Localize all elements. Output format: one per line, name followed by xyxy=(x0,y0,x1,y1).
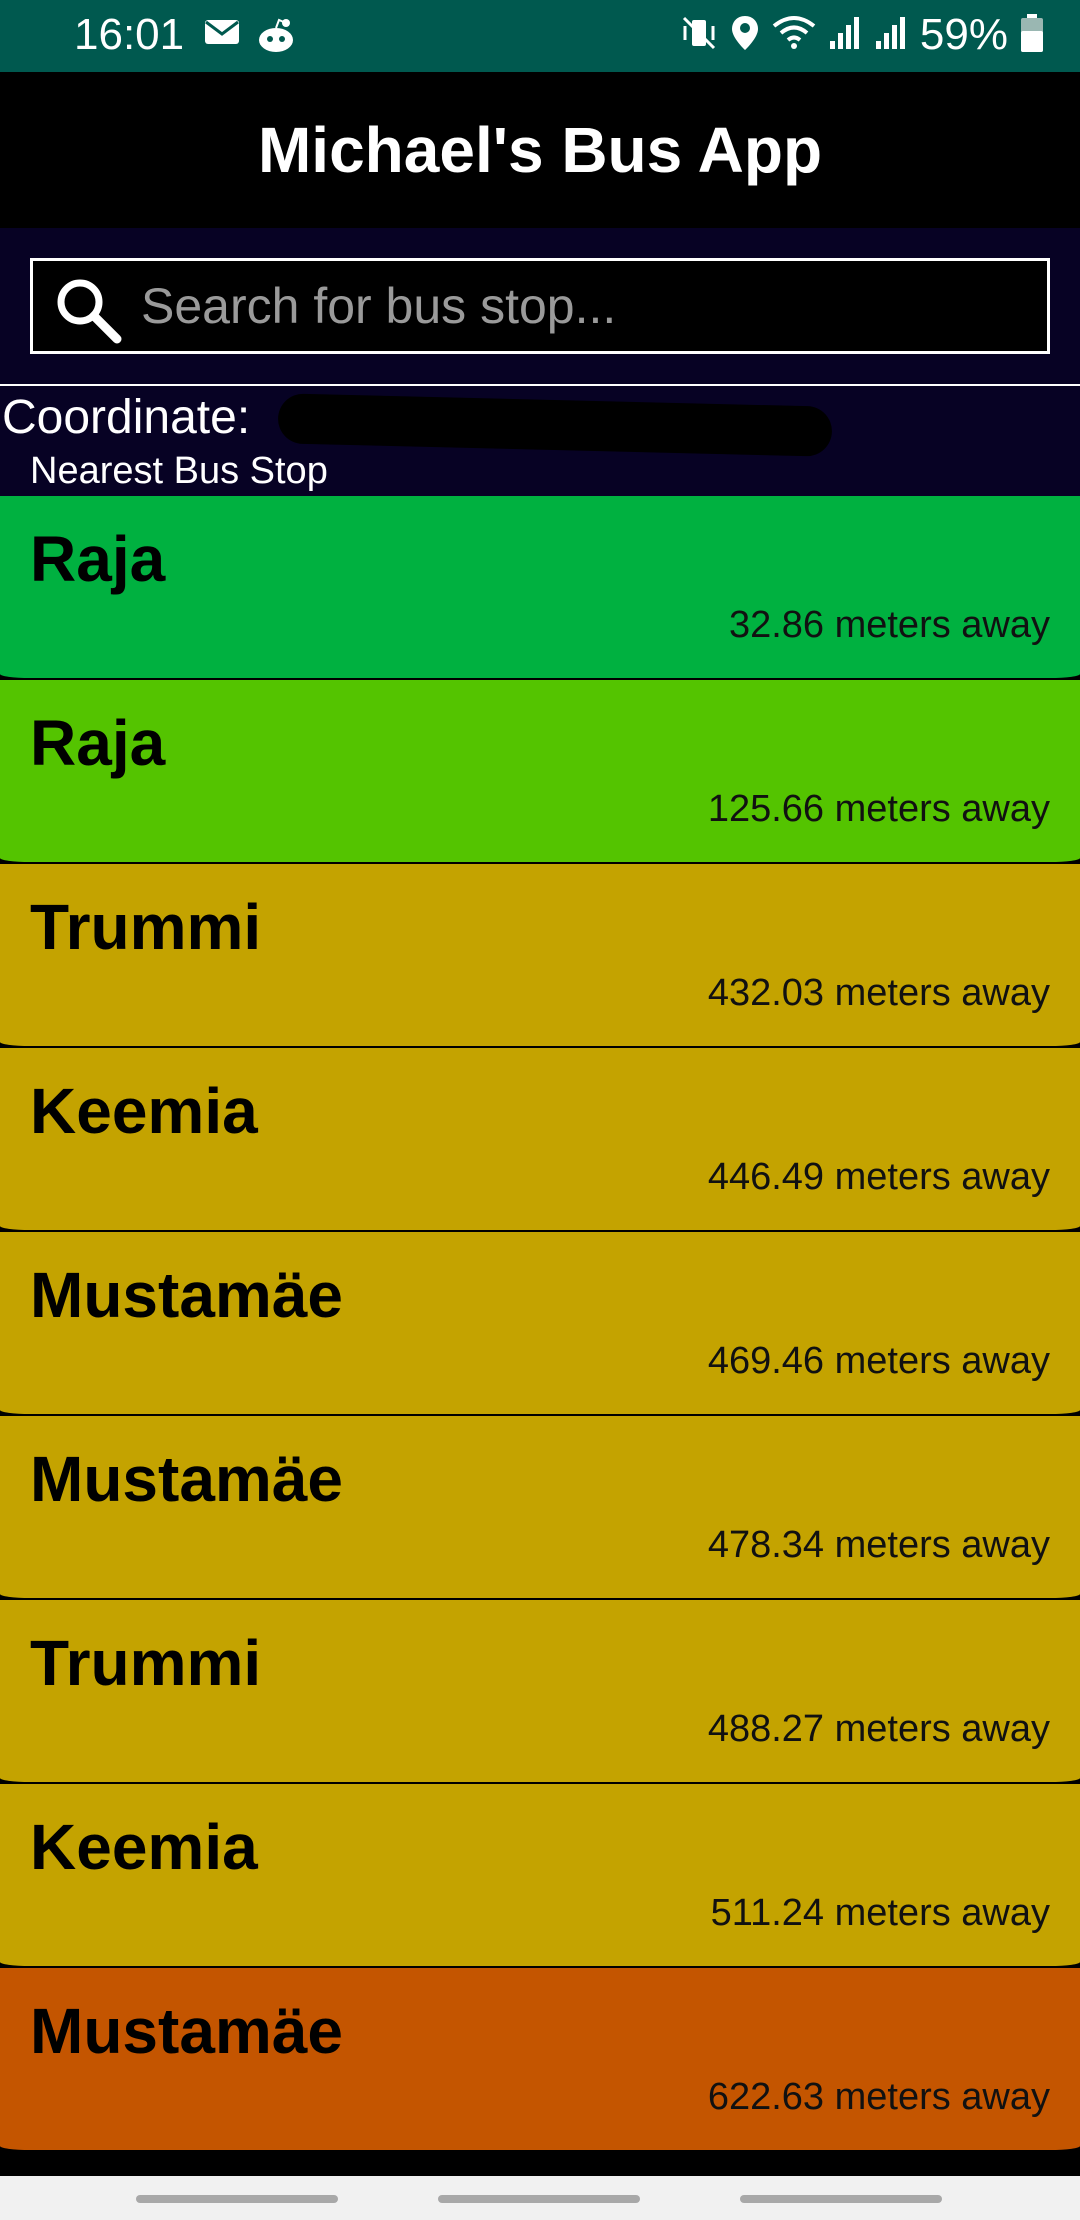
list-item[interactable]: Keemia 446.49 meters away xyxy=(0,1048,1080,1232)
reddit-icon xyxy=(256,18,296,59)
nav-back-button[interactable] xyxy=(740,2195,942,2203)
stop-name: Mustamäe xyxy=(30,1259,343,1331)
signal-icon xyxy=(874,15,908,56)
search-input[interactable] xyxy=(139,261,1029,351)
coordinate-label: Coordinate: xyxy=(2,391,251,444)
list-item[interactable]: Trummi 432.03 meters away xyxy=(0,864,1080,1048)
stop-distance: 511.24 meters away xyxy=(710,1892,1050,1934)
search-box[interactable] xyxy=(30,258,1050,354)
signal-icon xyxy=(828,15,862,56)
nav-recents-button[interactable] xyxy=(136,2195,338,2203)
stop-name: Trummi xyxy=(30,1627,262,1699)
app-header: Michael's Bus App xyxy=(0,72,1080,228)
search-section xyxy=(0,228,1080,386)
stop-distance: 488.27 meters away xyxy=(707,1708,1050,1750)
navigation-bar xyxy=(0,2176,1080,2220)
stop-name: Raja xyxy=(30,523,166,595)
stop-name: Raja xyxy=(30,707,166,779)
location-header: Coordinate: Nearest Bus Stop xyxy=(0,386,1080,496)
stop-distance: 622.63 meters away xyxy=(707,2076,1050,2118)
stop-distance: 478.34 meters away xyxy=(707,1524,1050,1566)
battery-percent: 59% xyxy=(919,10,1008,59)
nav-home-button[interactable] xyxy=(438,2195,640,2203)
location-icon xyxy=(730,14,760,57)
app-title: Michael's Bus App xyxy=(257,114,823,186)
stop-distance: 32.86 meters away xyxy=(728,604,1050,646)
stop-name: Keemia xyxy=(30,1811,258,1883)
list-item[interactable]: Trummi 488.27 meters away xyxy=(0,1600,1080,1784)
stop-distance: 446.49 meters away xyxy=(707,1156,1050,1198)
list-item[interactable]: Mustamäe 469.46 meters away xyxy=(0,1232,1080,1416)
system-status-icons: 59% xyxy=(680,10,1044,60)
bus-stop-list: Raja 32.86 meters away Raja 125.66 meter… xyxy=(0,496,1080,2176)
status-time: 16:01 xyxy=(74,10,185,59)
list-item[interactable]: Mustamäe 478.34 meters away xyxy=(0,1416,1080,1600)
stop-name: Trummi xyxy=(30,891,262,963)
mute-vibrate-icon xyxy=(680,14,718,57)
stop-distance: 125.66 meters away xyxy=(707,788,1050,830)
list-item[interactable]: Raja 32.86 meters away xyxy=(0,496,1080,680)
wifi-icon xyxy=(772,14,816,57)
coordinate-redaction xyxy=(277,393,833,457)
status-bar: 16:01 59% xyxy=(0,0,1080,72)
mail-icon xyxy=(204,18,240,59)
battery-icon xyxy=(1020,13,1044,58)
stop-name: Mustamäe xyxy=(30,1443,343,1515)
search-icon xyxy=(53,275,123,349)
list-item[interactable]: Mustamäe 622.63 meters away xyxy=(0,1968,1080,2152)
nearest-bus-stop-label: Nearest Bus Stop xyxy=(30,450,328,492)
notification-icons xyxy=(204,18,296,59)
stop-distance: 469.46 meters away xyxy=(707,1340,1050,1382)
stop-name: Keemia xyxy=(30,1075,258,1147)
stop-distance: 432.03 meters away xyxy=(707,972,1050,1014)
stop-name: Mustamäe xyxy=(30,1995,343,2067)
list-item[interactable]: Raja 125.66 meters away xyxy=(0,680,1080,864)
list-item[interactable]: Keemia 511.24 meters away xyxy=(0,1784,1080,1968)
